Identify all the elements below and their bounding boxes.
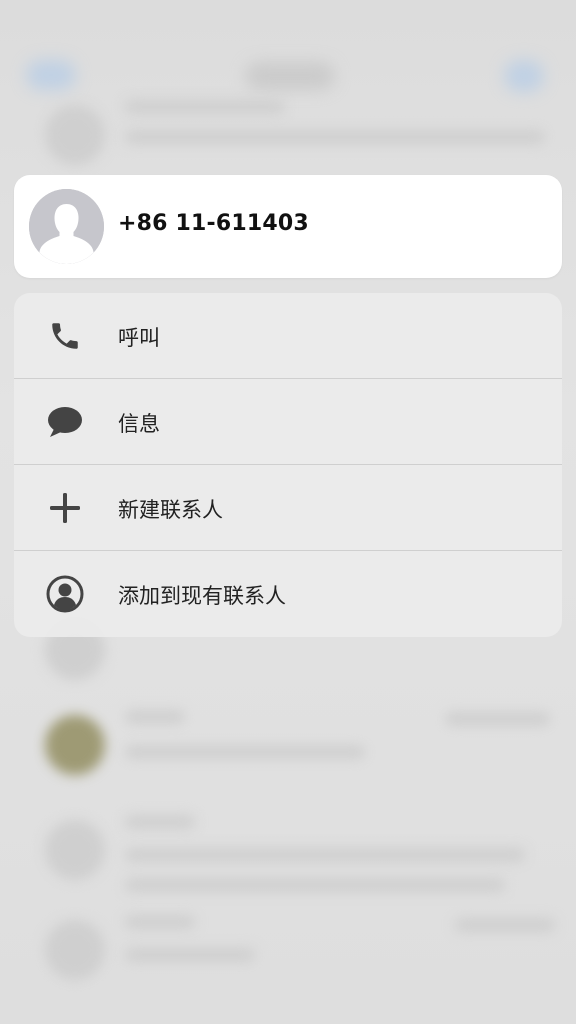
menu-item-label: 呼叫 [118, 326, 160, 350]
menu-item-label: 添加到现有联系人 [118, 584, 286, 608]
contact-phone-number: +86 11-611403 [118, 211, 309, 236]
message-bubble-icon [44, 403, 86, 441]
person-circle-icon [44, 575, 86, 613]
menu-item-label: 新建联系人 [118, 498, 223, 522]
person-silhouette-icon [29, 189, 104, 264]
menu-item-call[interactable]: 呼叫 [14, 293, 562, 379]
menu-item-new-contact[interactable]: 新建联系人 [14, 465, 562, 551]
phone-icon [44, 317, 86, 355]
contact-action-menu: 呼叫 信息 新建联系人 添加到现有联系人 [14, 293, 562, 637]
contact-card[interactable]: +86 11-611403 [14, 175, 562, 278]
menu-item-label: 信息 [118, 412, 160, 436]
menu-item-add-to-existing-contact[interactable]: 添加到现有联系人 [14, 551, 562, 637]
plus-icon [44, 489, 86, 527]
menu-item-message[interactable]: 信息 [14, 379, 562, 465]
